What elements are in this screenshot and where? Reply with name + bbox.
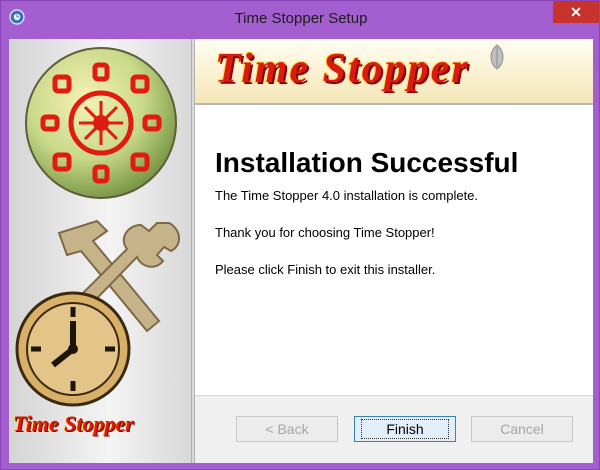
- completion-message: The Time Stopper 4.0 installation is com…: [215, 188, 479, 203]
- finish-button[interactable]: Finish: [354, 416, 456, 442]
- window-title: Time Stopper Setup: [234, 10, 368, 27]
- page-title: Installation Successful: [215, 147, 519, 178]
- mandala-emblem-icon: [21, 43, 181, 203]
- button-bar: < Back Finish Cancel: [195, 395, 593, 463]
- wizard-client-area: Time Stopper Time Stopper Installation S…: [9, 39, 593, 463]
- thank-you-message: Thank you for choosing Time Stopper!: [215, 225, 435, 240]
- sidebar-brand-logo: Time Stopper: [13, 411, 134, 436]
- setup-window: Time Stopper Setup ✕ Time Stopper Time S…: [0, 0, 600, 470]
- sidebar-banner: Time Stopper: [9, 39, 191, 463]
- header-banner: Time Stopper: [195, 39, 593, 105]
- back-button[interactable]: < Back: [236, 416, 338, 442]
- title-bar[interactable]: Time Stopper Setup ✕: [1, 1, 600, 39]
- leaf-icon: [485, 43, 509, 71]
- close-button[interactable]: ✕: [553, 1, 599, 23]
- brand-logo: Time Stopper: [215, 46, 470, 92]
- finish-button-label: Finish: [361, 419, 449, 439]
- close-icon: ✕: [570, 3, 582, 20]
- finish-instruction: Please click Finish to exit this install…: [215, 262, 436, 277]
- content-panel: Installation Successful The Time Stopper…: [195, 105, 593, 395]
- cancel-button[interactable]: Cancel: [471, 416, 573, 442]
- clock-icon: [13, 289, 133, 409]
